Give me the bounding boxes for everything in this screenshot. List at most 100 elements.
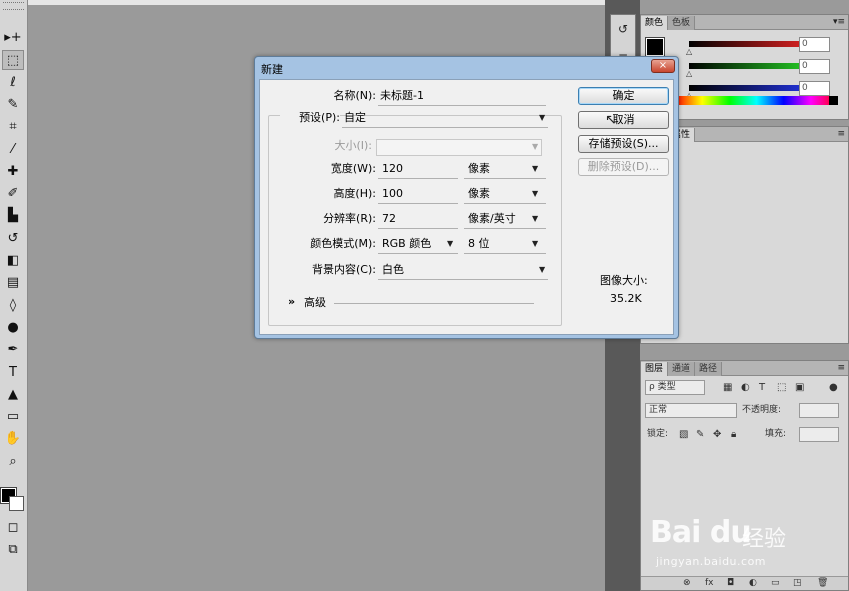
opacity-input[interactable] <box>799 403 839 418</box>
healing-brush-tool-icon[interactable]: ✚ <box>2 162 24 182</box>
color-mode-underline <box>378 253 458 254</box>
color-value-input[interactable]: 0 <box>799 81 830 96</box>
bit-depth-select[interactable]: 8 位 <box>468 237 490 251</box>
color-slider-b[interactable] <box>689 85 799 91</box>
dialog-title: 新建 <box>261 63 283 76</box>
quick-select-tool-icon[interactable]: ✎ <box>2 95 24 115</box>
panel-menu-icon[interactable]: ≡ <box>837 361 845 375</box>
filter-shape-icon[interactable]: ⬚ <box>777 380 786 395</box>
quick-mask-icon[interactable]: ◻ <box>2 518 24 538</box>
tab-paths[interactable]: 路径 <box>695 362 723 376</box>
advanced-divider <box>334 303 534 304</box>
height-unit-dropdown-arrow-icon[interactable]: ▼ <box>532 187 538 201</box>
panel-menu-icon[interactable]: ≡ <box>837 127 845 141</box>
brush-tool-icon[interactable]: ✐ <box>2 184 24 204</box>
blend-mode-select[interactable]: 正常 <box>645 403 737 418</box>
name-input[interactable]: 未标题-1 <box>380 89 424 103</box>
resolution-input-underline <box>378 228 458 229</box>
tab-layers[interactable]: 图层 <box>641 362 669 376</box>
move-tool-icon[interactable]: ▸+ <box>2 28 24 48</box>
bit-depth-dropdown-arrow-icon[interactable]: ▼ <box>532 237 538 251</box>
height-unit-select[interactable]: 像素 <box>468 187 490 201</box>
lock-transparent-icon[interactable]: ▧ <box>679 427 688 442</box>
cancel-button[interactable]: 取消 <box>578 111 669 129</box>
background-color-swatch[interactable] <box>9 496 24 511</box>
color-slider-r[interactable] <box>689 41 799 47</box>
advanced-label[interactable]: 高级 <box>304 296 326 310</box>
color-value-input[interactable]: 0 <box>799 37 830 52</box>
resolution-unit-select[interactable]: 像素/英寸 <box>468 212 516 226</box>
close-icon: × <box>658 60 668 71</box>
clone-stamp-tool-icon[interactable]: ▙ <box>2 206 24 226</box>
width-unit-underline <box>464 178 546 179</box>
blur-tool-icon[interactable]: ◊ <box>2 296 24 316</box>
hand-tool-icon[interactable]: ✋ <box>2 429 24 449</box>
ok-button[interactable]: 确定 <box>578 87 669 105</box>
preset-dropdown-arrow-icon[interactable]: ▼ <box>539 111 545 125</box>
dialog-close-button[interactable]: × <box>651 59 675 73</box>
crop-tool-icon[interactable]: ⌗ <box>2 117 24 137</box>
resolution-unit-dropdown-arrow-icon[interactable]: ▼ <box>532 212 538 226</box>
dodge-tool-icon[interactable]: ● <box>2 318 24 338</box>
layer-filter-select[interactable]: ρ 类型 <box>645 380 705 395</box>
filter-smart-object-icon[interactable]: ▣ <box>795 380 804 395</box>
pen-tool-icon[interactable]: ✒ <box>2 340 24 360</box>
lasso-tool-icon[interactable]: ℓ <box>2 73 24 93</box>
color-mode-select[interactable]: RGB 颜色 <box>382 237 431 251</box>
name-input-underline <box>378 105 546 106</box>
path-select-tool-icon[interactable]: ▲ <box>2 385 24 405</box>
eyedropper-tool-icon[interactable]: ⁄ <box>2 140 24 160</box>
background-contents-select[interactable]: 白色 <box>382 263 404 277</box>
tab-color[interactable]: 颜色 <box>641 16 669 30</box>
width-input[interactable]: 120 <box>382 162 403 176</box>
delete-preset-button: 删除预设(D)... <box>578 158 669 176</box>
screen-mode-icon[interactable]: ⧉ <box>2 540 24 560</box>
filter-pixel-icon[interactable]: ▦ <box>723 380 732 395</box>
tab-swatches[interactable]: 色板 <box>668 16 696 30</box>
width-unit-select[interactable]: 像素 <box>468 162 490 176</box>
filter-type-icon[interactable]: T <box>759 380 765 395</box>
marquee-tool-icon[interactable]: ⬚ <box>2 50 24 71</box>
eraser-tool-icon[interactable]: ◧ <box>2 251 24 271</box>
color-panel-foreground-swatch[interactable] <box>645 37 665 57</box>
lock-pixels-icon[interactable]: ✎ <box>696 427 704 442</box>
background-contents-label: 背景内容(C): <box>312 263 376 276</box>
panel-menu-icon[interactable]: ▾≡ <box>833 15 845 29</box>
lock-all-icon[interactable]: 🔒︎ <box>731 427 736 442</box>
color-slider-g[interactable] <box>689 63 799 69</box>
tab-channels[interactable]: 通道 <box>668 362 696 376</box>
size-label: 大小(I): <box>334 139 372 152</box>
filter-adjustment-icon[interactable]: ◐ <box>741 380 750 395</box>
preset-select-underline <box>342 127 548 128</box>
save-preset-button[interactable]: 存储预设(S)... <box>578 135 669 153</box>
lock-position-icon[interactable]: ✥ <box>713 427 721 442</box>
color-mode-label: 颜色模式(M): <box>310 237 376 250</box>
slider-thumb-icon[interactable]: △ <box>686 47 692 56</box>
color-value-input[interactable]: 0 <box>799 59 830 74</box>
image-size-value: 35.2K <box>610 292 642 305</box>
gradient-tool-icon[interactable]: ▤ <box>2 273 24 293</box>
slider-thumb-icon[interactable]: △ <box>686 69 692 78</box>
shape-tool-icon[interactable]: ▭ <box>2 407 24 427</box>
spectrum-black-swatch[interactable] <box>829 96 838 105</box>
type-tool-icon[interactable]: T <box>2 363 24 383</box>
image-size-title: 图像大小: <box>600 274 648 287</box>
width-unit-dropdown-arrow-icon[interactable]: ▼ <box>532 162 538 176</box>
toolbox-grip[interactable] <box>3 2 24 10</box>
resolution-unit-underline <box>464 228 546 229</box>
name-label: 名称(N): <box>333 89 376 102</box>
background-dropdown-arrow-icon[interactable]: ▼ <box>539 263 545 277</box>
height-input[interactable]: 100 <box>382 187 403 201</box>
filter-toggle-icon[interactable]: ● <box>829 380 838 395</box>
resolution-input[interactable]: 72 <box>382 212 396 226</box>
color-spectrum-bar[interactable] <box>675 96 838 105</box>
preset-select[interactable]: 自定 <box>344 111 366 125</box>
history-panel-icon[interactable]: ↺ <box>611 15 635 43</box>
zoom-tool-icon[interactable]: ⌕ <box>2 452 24 472</box>
fill-input[interactable] <box>799 427 839 442</box>
color-mode-dropdown-arrow-icon[interactable]: ▼ <box>447 237 453 251</box>
advanced-expand-icon[interactable]: » <box>288 295 295 309</box>
delete-layer-icon[interactable]: 🗑︎ <box>817 577 828 590</box>
size-select <box>376 139 542 156</box>
history-brush-tool-icon[interactable]: ↺ <box>2 229 24 249</box>
